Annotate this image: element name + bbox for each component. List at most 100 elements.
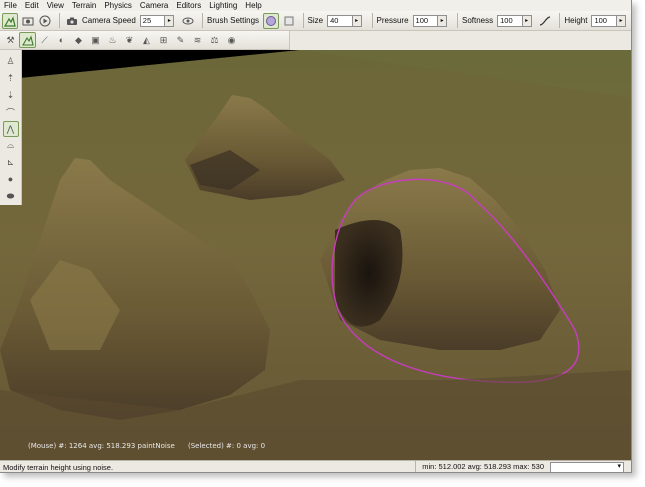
menu-physics[interactable]: Physics: [104, 1, 132, 10]
hud-mouse-readout: (Mouse) #: 1264 avg: 518.293 paintNoise: [28, 442, 175, 450]
sphere-tool-button[interactable]: ◉: [223, 32, 240, 48]
camera-icon: [67, 17, 78, 25]
terrain-render: [0, 50, 631, 460]
main-toolbar: Camera Speed 25 ▸ Brush Settings Size 40…: [0, 11, 631, 31]
lower-icon: ⇣: [6, 89, 15, 100]
menu-help[interactable]: Help: [245, 1, 261, 10]
softness-input[interactable]: 100: [497, 14, 523, 27]
terrain-tools-toolbar: ⚒ ⟋ ◐ ◆ ▣ ♨ ❦ ◭ ⊞ ✎ ≋ ⚖ ◉: [0, 31, 290, 50]
size-spinner[interactable]: ▸: [352, 14, 362, 27]
eraser-icon: ◭: [143, 34, 150, 45]
toolbar-separator: [59, 13, 61, 28]
raise-icon: ⇡: [6, 73, 15, 84]
pressure-spinner[interactable]: ▸: [438, 14, 448, 27]
smooth-icon: ≋: [193, 34, 202, 45]
weight-tool-button[interactable]: ⚖: [206, 32, 223, 48]
grid-icon: ⊞: [159, 34, 168, 45]
sidebar-figure-button[interactable]: ♙: [3, 54, 19, 70]
toolbar-separator: [457, 13, 458, 28]
figure-icon: ♙: [6, 56, 15, 67]
eye-icon: [182, 17, 194, 24]
erase-tool-button[interactable]: ◭: [138, 32, 155, 48]
sidebar-hole-button[interactable]: ●: [3, 171, 19, 187]
camera-icon-button[interactable]: [64, 13, 80, 29]
slope-icon: ⟋: [41, 34, 48, 45]
menu-view[interactable]: View: [47, 1, 64, 10]
select-tool-button[interactable]: ⚒: [2, 32, 19, 48]
camera-mode-button[interactable]: [20, 13, 36, 29]
circle-brush-button[interactable]: [263, 12, 279, 29]
foliage-tool-button[interactable]: ❦: [121, 32, 138, 48]
toolbar-separator: [202, 13, 203, 28]
size-input[interactable]: 40: [327, 14, 353, 27]
toolbar-separator: [559, 13, 561, 28]
sidebar-flatten-button[interactable]: ⌒: [3, 104, 19, 120]
camera-speed-label: Camera Speed: [81, 16, 136, 25]
globe-tool-button[interactable]: ◐: [53, 32, 70, 48]
bucket-icon: ♨: [108, 34, 117, 45]
menu-lighting[interactable]: Lighting: [209, 1, 237, 10]
camera-speed-spinner[interactable]: ▸: [165, 14, 175, 27]
menu-editors[interactable]: Editors: [176, 1, 201, 10]
size-label: Size: [307, 16, 324, 25]
play-button[interactable]: [38, 13, 54, 29]
pressure-label: Pressure: [376, 16, 409, 25]
sidebar-pit-button[interactable]: ⬬: [3, 188, 19, 204]
menu-camera[interactable]: Camera: [140, 1, 168, 10]
texture-tool-button[interactable]: ▣: [87, 32, 104, 48]
terrain-icon: [3, 15, 16, 27]
square-brush-icon: [284, 16, 294, 25]
softness-spinner[interactable]: ▸: [522, 14, 532, 27]
softness-label: Softness: [462, 16, 494, 25]
cube-icon: ◆: [75, 34, 82, 45]
height-spinner[interactable]: ▸: [617, 14, 626, 27]
menu-file[interactable]: File: [4, 1, 17, 10]
smooth-tool-button[interactable]: ≋: [189, 32, 206, 48]
pressure-input[interactable]: 100: [412, 14, 439, 27]
softness-curve-button[interactable]: [538, 13, 554, 29]
toolbar-separator: [371, 13, 373, 28]
cube-tool-button[interactable]: ◆: [70, 32, 87, 48]
sidebar-raise-button[interactable]: ⇡: [3, 71, 19, 87]
select-tool-icon: ⚒: [6, 34, 15, 45]
height-input[interactable]: 100: [591, 14, 618, 27]
mountain-icon: [21, 34, 34, 46]
sidebar-lower-button[interactable]: ⇣: [3, 88, 19, 104]
weight-icon: ⚖: [210, 34, 219, 45]
sphere-icon: ◉: [227, 34, 236, 45]
sidebar-smooth-button[interactable]: ⌓: [3, 138, 19, 154]
chevron-down-icon: ▾: [617, 462, 621, 470]
hole-icon: ●: [7, 174, 14, 185]
smooth-curve-icon: ⌓: [6, 140, 15, 151]
menu-terrain[interactable]: Terrain: [72, 1, 96, 10]
paint-icon: ✎: [176, 34, 185, 45]
leaf-icon: ❦: [125, 34, 134, 45]
play-icon: [39, 15, 51, 26]
paint-tool-button[interactable]: ✎: [172, 32, 189, 48]
sidebar-ramp-button[interactable]: ⊾: [3, 155, 19, 171]
ramp-icon: ⊾: [6, 157, 15, 168]
editor-window: File Edit View Terrain Physics Camera Ed…: [0, 0, 632, 473]
hud-selected-readout: (Selected) #: 0 avg: 0: [188, 442, 266, 450]
toolbar-separator: [302, 13, 304, 28]
raise-height-tool-button[interactable]: [19, 32, 36, 48]
bucket-tool-button[interactable]: ♨: [104, 32, 121, 48]
texture-icon: ▣: [91, 34, 100, 45]
pit-icon: ⬬: [6, 190, 15, 201]
terrain-viewport[interactable]: (Mouse) #: 1264 avg: 518.293 paintNoise …: [0, 50, 631, 460]
slope-tool-button[interactable]: ⟋: [36, 32, 53, 48]
circle-brush-icon: [265, 15, 276, 26]
visibility-button[interactable]: [180, 13, 196, 29]
camera-speed-input[interactable]: 25: [139, 14, 166, 27]
sidebar-noise-button[interactable]: ⋀: [2, 121, 19, 137]
curve-icon: [540, 15, 551, 26]
menu-bar: File Edit View Terrain Physics Camera Ed…: [0, 0, 631, 11]
terrain-editor-button[interactable]: [2, 12, 18, 29]
square-brush-button[interactable]: [281, 13, 297, 29]
grid-tool-button[interactable]: ⊞: [155, 32, 172, 48]
menu-edit[interactable]: Edit: [25, 1, 39, 10]
status-dropdown[interactable]: ▾: [550, 461, 624, 472]
status-message: Modify terrain height using noise.: [3, 462, 114, 472]
terrain-sidebar: ♙ ⇡ ⇣ ⌒ ⋀ ⌓ ⊾ ● ⬬: [0, 50, 22, 205]
status-stats: min: 512.002 avg: 518.293 max: 530: [415, 460, 550, 472]
